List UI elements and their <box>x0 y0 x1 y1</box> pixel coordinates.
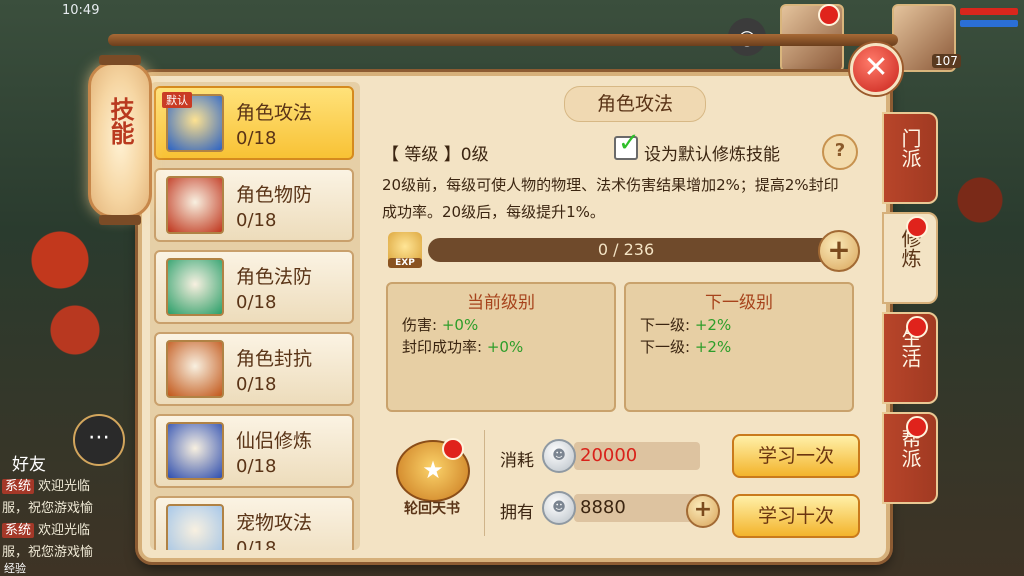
skill-item[interactable]: 角色物防 0/18 <box>154 168 354 242</box>
chat-text: 欢迎光临 <box>38 479 91 494</box>
add-exp-button[interactable]: + <box>818 230 860 272</box>
pet-attack-icon <box>166 504 224 550</box>
add-silver-button[interactable]: + <box>686 494 720 528</box>
skill-item[interactable]: 角色法防 0/18 <box>154 250 354 324</box>
consume-value: 20000 <box>574 442 700 470</box>
reincarnation-book-label[interactable]: 轮回天书 <box>394 498 470 518</box>
status-time: 10:49 <box>62 3 100 18</box>
mp-bar <box>960 20 1018 27</box>
panel-top-rail <box>108 34 898 46</box>
skill-progress: 0/18 <box>236 292 277 313</box>
next-level-row: 下一级: +2% <box>640 316 732 334</box>
physical-defense-icon <box>166 176 224 234</box>
default-skill-tag: 默认 <box>162 92 192 108</box>
learn-once-button[interactable]: 学习一次 <box>732 434 860 478</box>
own-label: 拥有 <box>500 503 534 523</box>
tab-notify-dot <box>906 316 928 338</box>
skill-progress: 0/18 <box>236 538 277 550</box>
current-level-box: 当前级别 伤害: +0% 封印成功率: +0% <box>386 282 616 412</box>
skill-name: 角色封抗 <box>236 348 313 370</box>
title-lantern: 技能 <box>88 55 152 225</box>
chat-text: 欢迎光临 <box>38 523 91 538</box>
close-button[interactable]: ✕ <box>850 43 902 95</box>
skill-progress: 0/18 <box>236 456 277 477</box>
exp-icon: EXP <box>388 232 422 268</box>
pet-notify-dot <box>818 4 840 26</box>
exp-progress-bar: 0 / 236 <box>428 238 824 262</box>
skill-item[interactable]: 默认角色攻法 0/18 <box>154 86 354 160</box>
chat-channel-tag: 系统 <box>2 479 35 494</box>
next-level-title: 下一级别 <box>705 293 773 313</box>
magic-defense-icon <box>166 258 224 316</box>
skill-description: 20级前，每级可使人物的物理、法术伤害结果增加2%；提高2%封印成功率。20级后… <box>382 176 839 221</box>
skill-progress: 0/18 <box>236 128 277 149</box>
skill-name: 角色物防 <box>236 184 313 206</box>
friend-label[interactable]: 好友 <box>12 450 46 475</box>
default-train-label[interactable]: 设为默认修炼技能 <box>644 140 780 165</box>
skill-progress: 0/18 <box>236 374 277 395</box>
chat-line: 系统 欢迎光临 <box>2 476 152 498</box>
chat-line: 系统 欢迎光临 <box>2 520 152 542</box>
cost-divider <box>484 430 485 536</box>
chat-box[interactable]: 系统 欢迎光临 服，祝您游戏愉 系统 欢迎光临 服，祝您游戏愉 <box>2 476 152 564</box>
skill-name: 角色攻法 <box>236 102 313 124</box>
next-level-box: 下一级别 下一级: +2% 下一级: +2% <box>624 282 854 412</box>
tab-notify-dot <box>906 416 928 438</box>
silver-coin-icon: ☻ <box>542 491 576 525</box>
current-level-title: 当前级别 <box>467 293 535 313</box>
exp-label: 经验 <box>4 562 26 575</box>
skill-name: 仙侣修炼 <box>236 430 313 452</box>
side-tab[interactable]: 门派 <box>882 112 938 204</box>
default-train-checkbox[interactable]: ✓ <box>614 128 640 160</box>
chat-line: 服，祝您游戏愉 <box>2 498 152 520</box>
silver-coin-icon: ☻ <box>542 439 576 473</box>
skill-name: 宠物攻法 <box>236 512 313 534</box>
skill-level: 【 等级 】0级 <box>382 145 489 165</box>
skill-progress: 0/18 <box>236 210 277 231</box>
learn-ten-button[interactable]: 学习十次 <box>732 494 860 538</box>
current-level-row: 封印成功率: +0% <box>402 338 524 356</box>
book-notify-dot <box>442 438 464 460</box>
chat-text: 服，祝您游戏愉 <box>2 501 94 516</box>
help-button[interactable]: ? <box>822 134 858 170</box>
side-tab-label: 门派 <box>898 128 922 168</box>
skill-item[interactable]: 宠物攻法 0/18 <box>154 496 354 550</box>
consume-label: 消耗 <box>500 451 534 471</box>
chat-channel-tag: 系统 <box>2 523 35 538</box>
skill-name: 角色法防 <box>236 266 313 288</box>
hp-bar <box>960 8 1018 15</box>
chat-text: 服，祝您游戏愉 <box>2 545 94 560</box>
player-level: 107 <box>932 54 961 68</box>
next-level-row: 下一级: +2% <box>640 338 732 356</box>
panel-title: 技能 <box>106 97 134 145</box>
chat-bubble-icon[interactable]: ⋯ <box>73 414 125 466</box>
skill-item[interactable]: 仙侣修炼 0/18 <box>154 414 354 488</box>
detail-title-plate: 角色攻法 <box>564 86 706 122</box>
partner-train-icon <box>166 422 224 480</box>
seal-resist-icon <box>166 340 224 398</box>
exp-progress-text: 0 / 236 <box>597 240 655 259</box>
own-value: 8880 <box>574 494 700 522</box>
tab-notify-dot <box>906 216 928 238</box>
current-level-row: 伤害: +0% <box>402 316 479 334</box>
detail-title: 角色攻法 <box>596 93 673 115</box>
skill-item[interactable]: 角色封抗 0/18 <box>154 332 354 406</box>
skill-list[interactable]: 默认角色攻法 0/18 角色物防 0/18 角色法防 0/18 角色封抗 0/18 仙侣修炼 0/… <box>150 82 360 550</box>
check-icon: ✓ <box>618 128 640 158</box>
